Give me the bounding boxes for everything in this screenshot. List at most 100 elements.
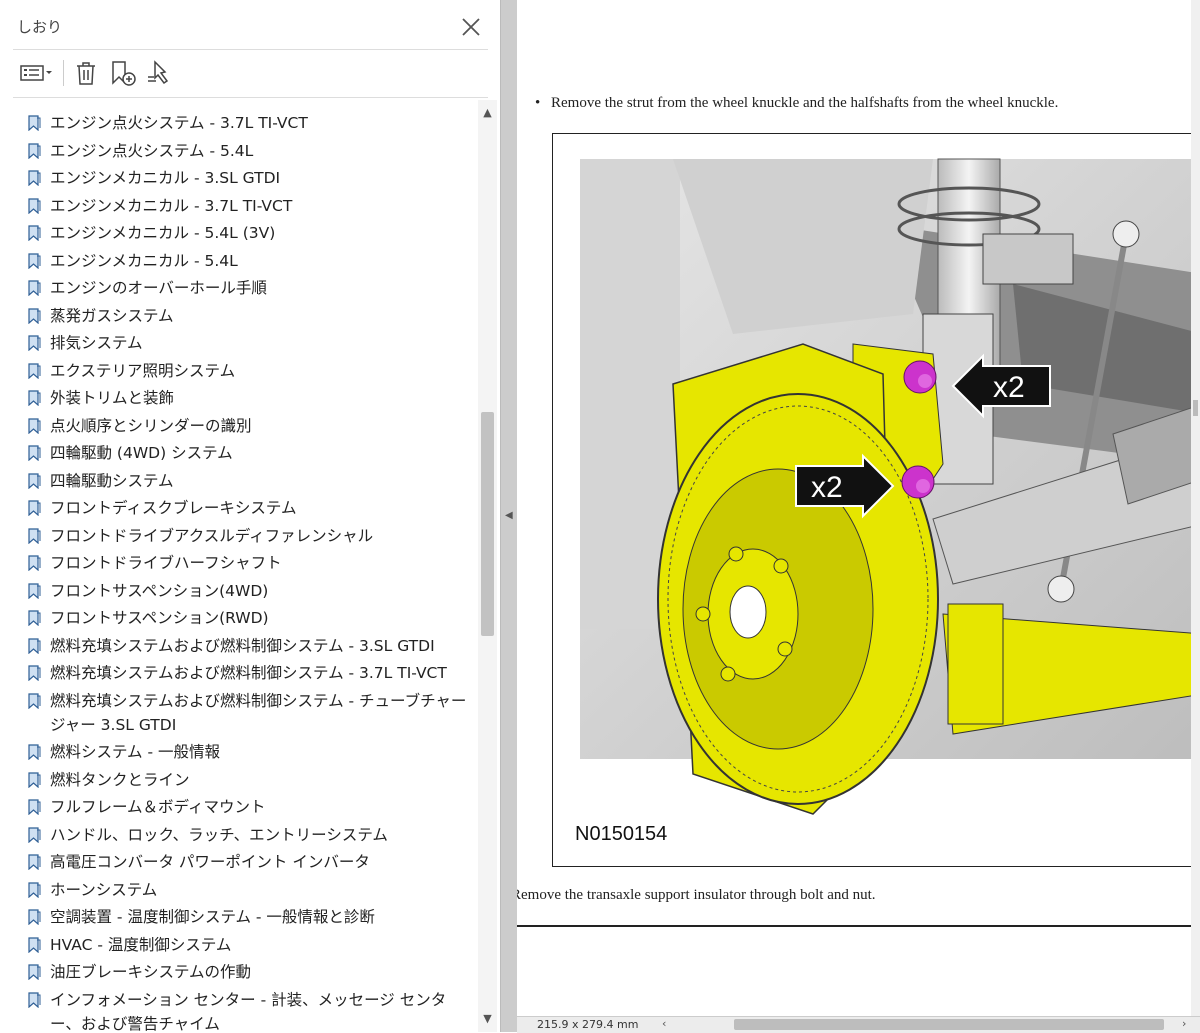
bookmark-label: 排気システム xyxy=(50,334,143,352)
bookmark-label: エンジン点火システム - 3.7L TI-VCT xyxy=(50,114,308,132)
bookmark-item[interactable]: フロントドライブハーフシャフト xyxy=(26,551,476,575)
scroll-left-arrow[interactable]: ‹ xyxy=(662,1017,666,1030)
bookmark-item[interactable]: 燃料充填システムおよび燃料制御システム - チューブチャージャー 3.SL GT… xyxy=(26,689,476,737)
bookmark-icon xyxy=(28,390,41,406)
bookmark-item[interactable]: 空調装置 - 温度制御システム - 一般情報と診断 xyxy=(26,905,476,929)
bookmark-icon xyxy=(28,335,41,351)
callout-upper-bolts: x2 xyxy=(993,371,1025,404)
bookmarks-toolbar xyxy=(13,56,493,92)
scroll-right-arrow[interactable]: › xyxy=(1182,1017,1186,1030)
panel-divider-2 xyxy=(13,97,488,98)
bookmark-item[interactable]: 燃料充填システムおよび燃料制御システム - 3.7L TI-VCT xyxy=(26,661,476,685)
scroll-up-arrow[interactable]: ▲ xyxy=(478,106,497,122)
bookmarks-panel: しおり エンジン点火システム - 3.7L TI-VCT エンジン点火システム … xyxy=(0,0,500,1032)
bookmark-icon xyxy=(28,964,41,980)
bookmark-item[interactable]: エンジンメカニカル - 5.4L (3V) xyxy=(26,221,476,245)
bookmark-icon xyxy=(28,362,41,379)
bookmark-label: HVAC - 温度制御システム xyxy=(50,935,232,954)
bookmark-label: フロントサスペンション(4WD) xyxy=(50,581,269,600)
bookmark-icon xyxy=(28,252,41,269)
bookmark-item[interactable]: 高電圧コンバータ パワーポイント インバータ xyxy=(26,850,476,874)
bookmark-icon xyxy=(28,610,41,626)
find-current-bookmark-icon xyxy=(148,60,169,85)
document-vertical-scrollbar[interactable] xyxy=(1191,0,1200,1016)
bookmark-icon xyxy=(28,472,41,489)
bookmark-item[interactable]: 点火順序とシリンダーの識別 xyxy=(26,414,476,438)
bookmark-item[interactable]: ホーンシステム xyxy=(26,878,476,902)
delete-bookmark-button[interactable] xyxy=(71,56,101,90)
bookmark-label: エンジンメカニカル - 5.4L (3V) xyxy=(50,224,276,242)
bookmark-icon xyxy=(28,527,41,544)
bookmark-list: エンジン点火システム - 3.7L TI-VCT エンジン点火システム - 5.4… xyxy=(0,107,478,1032)
step-1-text: Remove the strut from the wheel knuckle … xyxy=(551,95,1059,111)
bookmark-item[interactable]: 燃料タンクとライン xyxy=(26,768,476,792)
bookmark-icon xyxy=(28,799,41,815)
trash-icon xyxy=(77,62,95,85)
suspension-illustration: x2 x2 N0150154 xyxy=(575,158,1200,845)
bookmark-label: 四輪駆動 (4WD) システム xyxy=(50,444,233,462)
bullet: • xyxy=(535,95,541,111)
options-menu-icon xyxy=(20,65,52,81)
bookmark-icon xyxy=(28,936,41,953)
bookmark-label: インフォメーション センター - 計装、メッセージ センター、および警告チャイム xyxy=(50,990,447,1033)
bookmark-item[interactable]: 四輪駆動 (4WD) システム xyxy=(26,441,476,465)
bookmark-label: 高電圧コンバータ パワーポイント インバータ xyxy=(50,853,370,871)
bookmark-scrollbar[interactable]: ▲ ▼ xyxy=(478,100,497,1032)
bookmark-item[interactable]: 燃料システム - 一般情報 xyxy=(26,740,476,764)
bookmark-icon xyxy=(28,417,41,434)
bookmark-item[interactable]: 外装トリムと装飾 xyxy=(26,386,476,410)
options-menu-button[interactable] xyxy=(18,56,56,90)
bookmark-item[interactable]: 四輪駆動システム xyxy=(26,469,476,493)
bookmark-item[interactable]: インフォメーション センター - 計装、メッセージ センター、および警告チャイム xyxy=(26,988,476,1033)
bookmark-icon xyxy=(28,637,41,654)
bookmark-label: エンジンメカニカル - 3.SL GTDI xyxy=(50,169,281,187)
bookmark-icon xyxy=(28,555,41,571)
page-divider xyxy=(517,925,1200,927)
bookmark-label: フロントドライブアクスルディファレンシャル xyxy=(50,526,374,545)
document-view: • Remove the strut from the wheel knuckl… xyxy=(517,0,1200,1016)
collapse-arrow-icon[interactable]: ◀ xyxy=(505,510,513,521)
document-scroll-thumb[interactable] xyxy=(1193,400,1198,416)
bookmark-icon xyxy=(28,170,41,186)
new-bookmark-button[interactable] xyxy=(107,56,139,90)
document-horizontal-scrollbar[interactable]: ‹ › xyxy=(662,1017,1200,1033)
bookmark-item[interactable]: フロントサスペンション(4WD) xyxy=(26,579,476,603)
bookmark-label: 油圧ブレーキシステムの作動 xyxy=(50,963,252,981)
bookmark-item[interactable]: エンジン点火システム - 3.7L TI-VCT xyxy=(26,111,476,135)
bookmark-item[interactable]: HVAC - 温度制御システム xyxy=(26,933,476,957)
scrollbar-thumb[interactable] xyxy=(481,412,494,636)
bookmark-item[interactable]: ハンドル、ロック、ラッチ、エントリーシステム xyxy=(26,823,476,847)
scroll-down-arrow[interactable]: ▼ xyxy=(478,1012,497,1028)
bookmark-item[interactable]: フロントドライブアクスルディファレンシャル xyxy=(26,524,476,548)
bookmark-item[interactable]: フロントディスクブレーキシステム xyxy=(26,496,476,520)
bookmark-icon xyxy=(28,854,41,870)
bookmark-item[interactable]: エンジンメカニカル - 5.4L xyxy=(26,249,476,273)
toolbar-separator xyxy=(63,60,64,86)
close-panel-button[interactable] xyxy=(458,14,484,40)
bookmark-item[interactable]: 油圧ブレーキシステムの作動 xyxy=(26,960,476,984)
horizontal-scroll-thumb[interactable] xyxy=(734,1019,1164,1030)
panel-title: しおり xyxy=(17,18,63,36)
find-current-bookmark-button[interactable] xyxy=(143,56,175,90)
bookmark-item[interactable]: フロントサスペンション(RWD) xyxy=(26,606,476,630)
bookmark-item[interactable]: エンジンのオーバーホール手順 xyxy=(26,276,476,300)
bookmark-icon xyxy=(28,744,41,760)
bookmark-item[interactable]: エクステリア照明システム xyxy=(26,359,476,383)
bookmark-item[interactable]: エンジンメカニカル - 3.7L TI-VCT xyxy=(26,194,476,218)
bookmark-item[interactable]: フルフレーム＆ボディマウント xyxy=(26,795,476,819)
bookmark-icon xyxy=(28,909,41,925)
bookmark-item[interactable]: エンジンメカニカル - 3.SL GTDI xyxy=(26,166,476,190)
bookmark-item[interactable]: 蒸発ガスシステム xyxy=(26,304,476,328)
bookmark-label: エンジンメカニカル - 3.7L TI-VCT xyxy=(50,196,293,215)
bookmark-item[interactable]: エンジン点火システム - 5.4L xyxy=(26,139,476,163)
bookmark-item[interactable]: 燃料充填システムおよび燃料制御システム - 3.SL GTDI xyxy=(26,634,476,658)
page-size-readout: 215.9 x 279.4 mm xyxy=(537,1018,639,1031)
bookmark-label: 燃料充填システムおよび燃料制御システム - 3.SL GTDI xyxy=(50,636,435,655)
panel-splitter[interactable]: ◀ xyxy=(500,0,517,1032)
bookmark-label: 燃料充填システムおよび燃料制御システム - チューブチャージャー 3.SL GT… xyxy=(50,691,467,734)
bookmark-icon xyxy=(28,280,41,296)
bookmark-item[interactable]: 排気システム xyxy=(26,331,476,355)
bookmark-label: フロントサスペンション(RWD) xyxy=(50,609,269,627)
panel-divider xyxy=(13,49,488,50)
bookmark-icon xyxy=(28,771,41,788)
